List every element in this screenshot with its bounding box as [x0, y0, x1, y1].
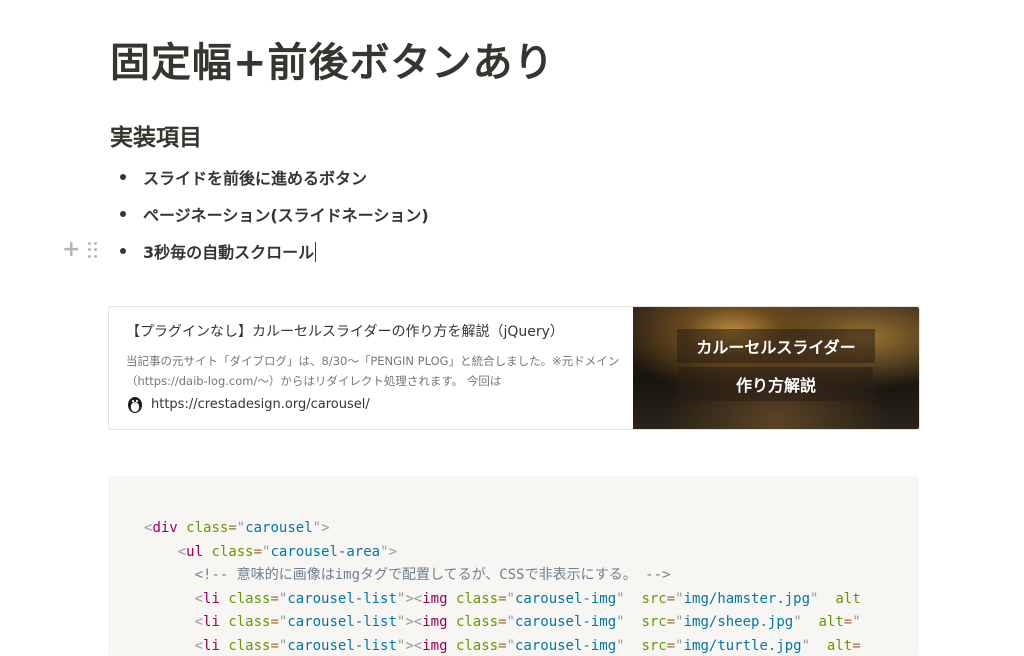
block-handle[interactable]: +: [62, 239, 98, 261]
bullet-text-editing[interactable]: 3秒毎の自動スクロール: [143, 239, 317, 263]
bullet-dot-icon: [120, 248, 126, 254]
thumbnail-caption-2: 作り方解説: [679, 367, 873, 401]
bullet-item[interactable]: スライドを前後に進めるボタン: [110, 158, 910, 195]
bullet-list: スライドを前後に進めるボタン ページネーション(スライドネーション) + 3秒毎…: [62, 158, 910, 269]
web-bookmark[interactable]: 【プラグインなし】カルーセルスライダーの作り方を解説（jQuery） 当記事の元…: [108, 306, 920, 430]
bookmark-thumbnail: カルーセルスライダー 作り方解説: [633, 307, 919, 429]
bookmark-text: 【プラグインなし】カルーセルスライダーの作り方を解説（jQuery） 当記事の元…: [126, 321, 626, 391]
bullet-text: 3秒毎の自動スクロール: [143, 243, 315, 262]
page-title: 固定幅+前後ボタンあり: [110, 40, 555, 86]
drag-handle-icon[interactable]: [88, 242, 98, 258]
code-line: <!-- 意味的に画像はimgタグで配置してるが、CSSで非表示にする。 -->: [194, 567, 671, 583]
bookmark-url: https://crestadesign.org/carousel/: [126, 395, 370, 413]
code-line: <div class="carousel">: [144, 520, 330, 536]
code-line: <ul class="carousel-area">: [177, 543, 397, 560]
code-block[interactable]: <div class="carousel"> <ul class="carous…: [108, 476, 919, 656]
code-content[interactable]: <div class="carousel"> <ul class="carous…: [144, 517, 861, 656]
bullet-text[interactable]: ページネーション(スライドネーション): [143, 202, 429, 226]
bookmark-description: 当記事の元サイト「ダイブログ」は、8/30〜「PENGIN PLOG」と統合しま…: [126, 354, 620, 388]
penguin-icon: [128, 397, 142, 413]
code-line: <li class="carousel-list"><img class="ca…: [194, 614, 861, 630]
bookmark-url-text: https://crestadesign.org/carousel/: [151, 396, 370, 412]
code-line: <li class="carousel-list"><img class="ca…: [194, 637, 861, 654]
bullet-dot-icon: [120, 211, 126, 217]
bullet-item-active[interactable]: + 3秒毎の自動スクロール: [62, 232, 910, 269]
plus-icon[interactable]: +: [62, 239, 80, 261]
section-heading: 実装項目: [110, 125, 202, 151]
bullet-dot-icon: [120, 174, 126, 180]
code-line: <li class="carousel-list"><img class="ca…: [194, 590, 861, 607]
bookmark-title: 【プラグインなし】カルーセルスライダーの作り方を解説（jQuery）: [126, 324, 564, 340]
text-caret: [315, 242, 317, 262]
bullet-item[interactable]: ページネーション(スライドネーション): [110, 195, 910, 232]
thumbnail-caption-1: カルーセルスライダー: [677, 329, 875, 363]
bullet-text[interactable]: スライドを前後に進めるボタン: [143, 165, 367, 189]
